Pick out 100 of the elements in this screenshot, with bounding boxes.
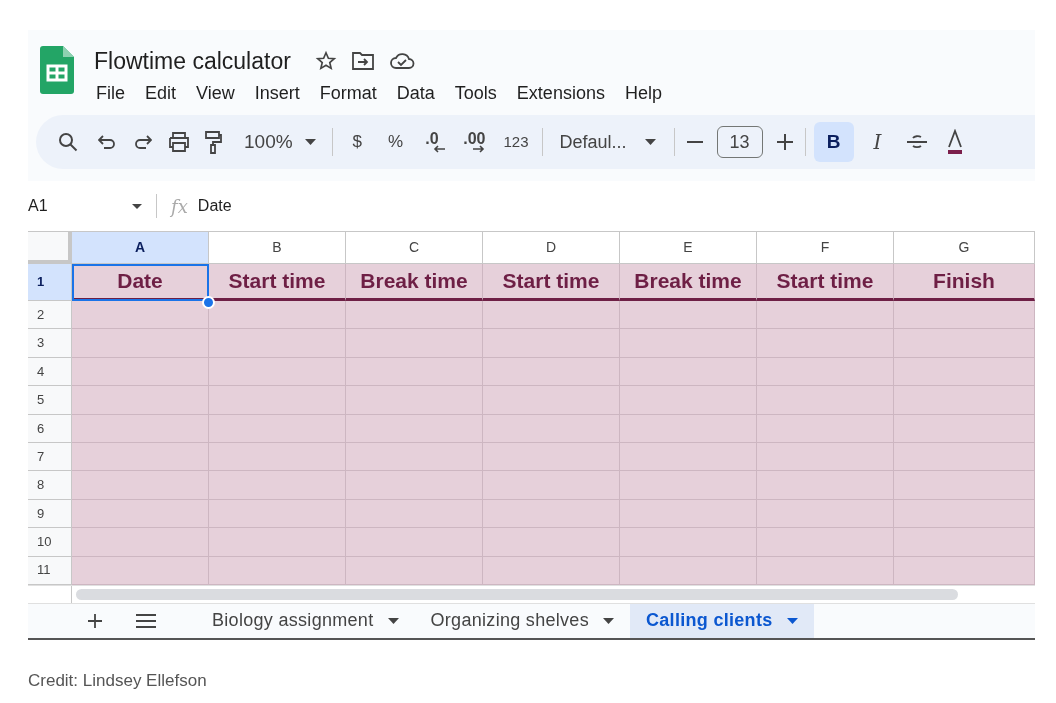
table-cell[interactable] [346,499,483,529]
table-cell[interactable] [757,386,894,415]
table-cell[interactable] [620,499,757,529]
zoom-dropdown[interactable]: 100% [238,127,322,157]
table-cell[interactable] [483,556,620,585]
column-header[interactable]: C [346,232,483,264]
menu-item[interactable]: File [94,80,127,107]
star-icon[interactable] [314,50,337,72]
increase-decimals-button[interactable]: .00 [455,131,494,153]
table-cell[interactable] [346,301,483,330]
table-cell[interactable] [72,471,209,500]
table-cell[interactable] [483,528,620,557]
table-cell[interactable] [72,357,209,387]
table-cell[interactable] [209,499,346,529]
table-cell[interactable] [620,471,757,500]
table-cell[interactable] [620,414,757,443]
text-color-icon[interactable] [947,129,962,155]
table-cell[interactable] [757,556,894,585]
table-cell[interactable] [72,329,209,358]
sheets-logo-icon[interactable] [40,46,74,94]
column-header[interactable]: B [209,232,346,264]
table-cell[interactable] [894,329,1035,358]
table-cell[interactable] [72,442,209,472]
table-cell[interactable]: Start time [209,264,346,301]
table-cell[interactable]: Finish [894,264,1035,301]
table-cell[interactable] [620,386,757,415]
menu-item[interactable]: Format [317,80,379,107]
table-cell[interactable] [72,556,209,585]
horizontal-scrollbar[interactable] [76,588,958,600]
search-icon[interactable] [58,132,78,152]
table-cell[interactable] [894,499,1035,529]
row-header[interactable]: 3 [28,329,72,358]
table-cell[interactable] [894,556,1035,585]
table-cell[interactable] [209,442,346,472]
table-cell[interactable] [346,386,483,415]
table-cell[interactable] [209,471,346,500]
table-cell[interactable]: Date [72,264,209,301]
table-cell[interactable] [209,301,346,330]
menu-item[interactable]: Data [394,80,437,107]
formula-field[interactable]: Date [197,194,232,218]
table-cell[interactable] [620,357,757,387]
menu-item[interactable]: View [194,80,237,107]
table-cell[interactable] [894,301,1035,330]
undo-icon[interactable] [98,134,116,150]
column-header[interactable]: A [72,232,209,264]
table-cell[interactable] [757,471,894,500]
table-cell[interactable] [72,528,209,557]
decrease-decimals-button[interactable]: .0 [417,131,454,153]
table-cell[interactable] [757,499,894,529]
table-cell[interactable] [757,357,894,387]
select-all-corner[interactable] [28,232,72,264]
move-to-folder-icon[interactable] [350,51,375,71]
column-header[interactable]: G [894,232,1035,264]
table-cell[interactable] [346,471,483,500]
strikethrough-icon[interactable] [905,133,928,151]
document-title[interactable]: Flowtime calculator [94,43,291,79]
table-cell[interactable] [483,329,620,358]
table-cell[interactable] [483,499,620,529]
table-cell[interactable]: Start time [757,264,894,301]
column-header[interactable]: F [757,232,894,264]
table-cell[interactable] [757,329,894,358]
table-cell[interactable] [209,414,346,443]
table-cell[interactable] [894,471,1035,500]
table-cell[interactable] [72,386,209,415]
row-header[interactable]: 9 [28,499,72,529]
table-cell[interactable] [346,556,483,585]
table-cell[interactable] [209,329,346,358]
row-header[interactable]: 8 [28,471,72,500]
table-cell[interactable]: Break time [620,264,757,301]
table-cell[interactable] [209,556,346,585]
name-box[interactable]: A1 [28,194,48,218]
percent-format-button[interactable]: % [378,129,414,155]
table-cell[interactable] [894,386,1035,415]
column-header[interactable]: D [483,232,620,264]
table-cell[interactable] [72,414,209,443]
table-cell[interactable] [483,442,620,472]
table-cell[interactable] [620,528,757,557]
table-cell[interactable] [483,386,620,415]
table-cell[interactable] [346,528,483,557]
table-cell[interactable] [620,301,757,330]
table-cell[interactable] [757,442,894,472]
menu-item[interactable]: Tools [452,80,499,107]
table-cell[interactable] [894,357,1035,387]
table-cell[interactable] [72,301,209,330]
table-cell[interactable] [483,301,620,330]
bold-button[interactable]: B [813,122,854,162]
table-cell[interactable] [483,414,620,443]
number-format-button[interactable]: 123 [495,130,537,154]
table-cell[interactable]: Break time [346,264,483,301]
dropdown-arrow-icon[interactable] [132,203,142,209]
table-cell[interactable] [209,357,346,387]
table-cell[interactable] [620,329,757,358]
row-header[interactable]: 6 [28,414,72,443]
redo-icon[interactable] [134,134,152,150]
paint-format-icon[interactable] [204,130,222,154]
cloud-check-icon[interactable] [388,51,415,71]
menu-item[interactable]: Extensions [514,80,607,107]
sheet-tab[interactable]: Organizing shelves [414,603,630,638]
row-header[interactable]: 5 [28,386,72,415]
table-cell[interactable] [346,329,483,358]
